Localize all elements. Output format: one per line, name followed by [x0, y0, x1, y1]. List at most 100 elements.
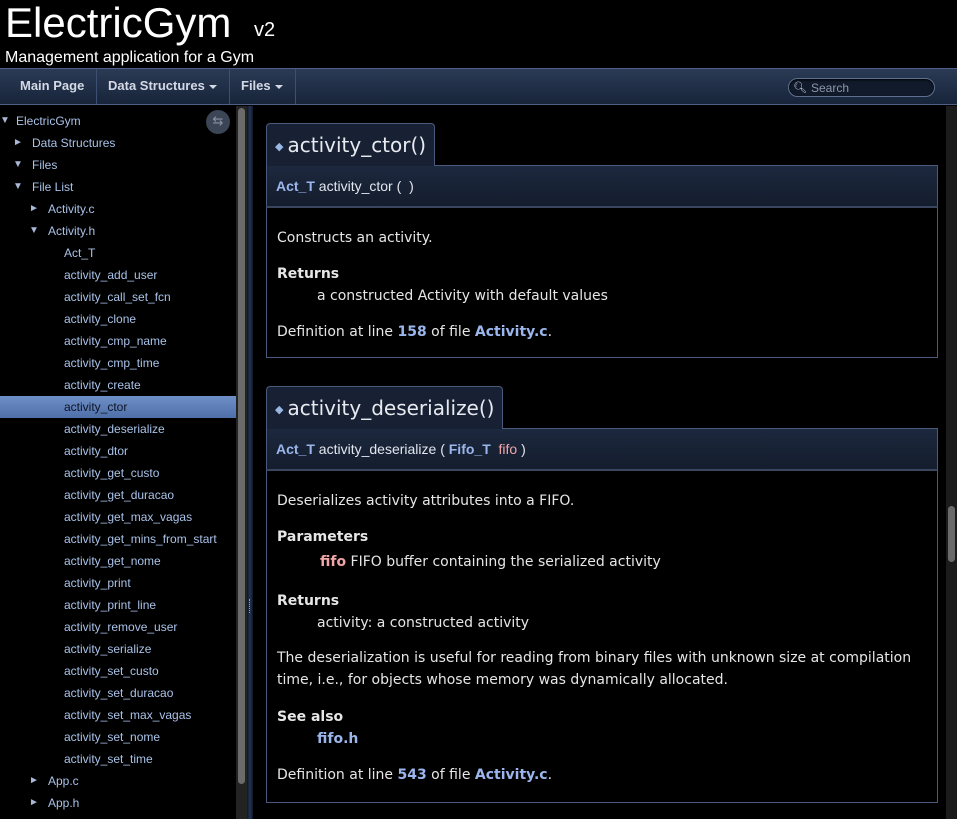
collapsed-arrow-icon[interactable]: ►	[29, 792, 39, 814]
sidebar-item-label: Files	[32, 158, 58, 172]
sidebar-item[interactable]: ► Activity.c	[0, 198, 236, 220]
def-line-link[interactable]: 543	[397, 767, 426, 783]
sidebar-item-label: activity_clone	[64, 312, 137, 326]
returns-text: a constructed Activity with default valu…	[317, 288, 608, 304]
sidebar-item-label: activity_get_max_vagas	[64, 510, 193, 524]
search-box: 🔍︎	[788, 78, 935, 97]
function-name: activity_deserialize	[318, 441, 437, 457]
sidebar-item[interactable]: activity_get_mins_from_start	[0, 528, 236, 550]
sidebar-item[interactable]: ► App.h	[0, 792, 236, 814]
sidebar-item[interactable]: Act_T	[0, 242, 236, 264]
def-file-link[interactable]: Activity.c	[475, 324, 548, 340]
sidebar-item-label: activity_ctor	[64, 400, 128, 414]
sidebar-item[interactable]: activity_clone	[0, 308, 236, 330]
sidebar-item-label: activity_set_nome	[64, 730, 161, 744]
member-doc-activity-ctor: Constructs an activity. Returns a constr…	[266, 206, 938, 358]
definition-line: Definition at line 158 of file Activity.…	[277, 324, 552, 340]
def-line-link[interactable]: 158	[397, 324, 426, 340]
sidebar-item[interactable]: ▼ Activity.h	[0, 220, 236, 242]
menu-data-structures[interactable]: Data Structures	[96, 69, 230, 104]
search-icon[interactable]: 🔍︎	[793, 81, 807, 94]
sidebar-item[interactable]: activity_ctor	[0, 396, 236, 418]
search-input[interactable]	[811, 80, 929, 95]
sidebar-item[interactable]: activity_get_max_vagas	[0, 506, 236, 528]
sidebar-item[interactable]: ▼ ElectricGym	[0, 110, 236, 132]
sidebar-item[interactable]: activity_get_custo	[0, 462, 236, 484]
sidebar-item[interactable]: activity_cmp_time	[0, 352, 236, 374]
member-title-activity-ctor: ◆ activity_ctor()	[266, 123, 436, 166]
open-paren: (	[440, 441, 445, 457]
returns-text: activity: a constructed activity	[317, 615, 530, 631]
sidebar-item[interactable]: activity_serialize	[0, 638, 236, 660]
expanded-arrow-icon[interactable]: ▼	[13, 154, 23, 176]
param-type-link[interactable]: Fifo_T	[449, 441, 491, 457]
sidebar-item[interactable]: ► Data Structures	[0, 132, 236, 154]
menu-main-page[interactable]: Main Page	[8, 69, 98, 104]
sidebar-scrollbar-thumb[interactable]	[238, 108, 245, 784]
menu-data-structures-label: Data Structures	[108, 78, 205, 93]
sidebar-item[interactable]: activity_set_duracao	[0, 682, 236, 704]
sidebar-item[interactable]: ▼ File List	[0, 176, 236, 198]
sidebar-item[interactable]: activity_call_set_fcn	[0, 286, 236, 308]
content-scrollbar-thumb[interactable]	[948, 506, 955, 562]
brief-text: Constructs an activity.	[277, 230, 433, 246]
sidebar-item[interactable]: activity_get_duracao	[0, 484, 236, 506]
expanded-arrow-icon[interactable]: ▼	[29, 220, 39, 242]
sidebar-item-label: activity_set_time	[64, 752, 153, 766]
sidebar-item-label: activity_cmp_name	[64, 334, 167, 348]
see-also-link[interactable]: fifo.h	[317, 731, 358, 747]
diamond-icon: ◆	[275, 402, 284, 416]
content-scrollbar[interactable]	[946, 106, 957, 819]
return-type-link[interactable]: Act_T	[276, 178, 315, 194]
side-nav-tree: ▼ ElectricGym ► Data Structures ▼ Files ▼ File …	[0, 106, 236, 819]
caret-down-icon	[208, 84, 217, 89]
sidebar-item[interactable]: activity_get_nome	[0, 550, 236, 572]
collapsed-arrow-icon[interactable]: ►	[13, 132, 23, 154]
sidebar-item[interactable]: activity_create	[0, 374, 236, 396]
sidebar-item-label: activity_cmp_time	[64, 356, 160, 370]
returns-heading: Returns	[277, 593, 340, 609]
sidebar-item[interactable]: activity_set_max_vagas	[0, 704, 236, 726]
sidebar-item[interactable]: activity_dtor	[0, 440, 236, 462]
param-doc-name: fifo	[320, 554, 347, 570]
collapsed-arrow-icon[interactable]: ►	[29, 770, 39, 792]
def-file-link[interactable]: Activity.c	[475, 767, 548, 783]
param-doc-text: FIFO buffer containing the serialized ac…	[350, 554, 661, 570]
sidebar-scrollbar[interactable]	[236, 106, 247, 819]
close-paren: )	[409, 178, 414, 194]
return-type-link[interactable]: Act_T	[276, 441, 315, 457]
sidebar-item[interactable]: activity_print	[0, 572, 236, 594]
sidebar-item-label: Activity.h	[48, 224, 96, 238]
sync-arrows-icon[interactable]: ⇆	[206, 110, 230, 134]
sidebar-item[interactable]: activity_remove_user	[0, 616, 236, 638]
close-paren: )	[521, 441, 526, 457]
sidebar-item[interactable]: activity_print_line	[0, 594, 236, 616]
sidebar-item-label: activity_set_max_vagas	[64, 708, 192, 722]
sidebar-item[interactable]: activity_set_custo	[0, 660, 236, 682]
sidebar-item[interactable]: ► App.c	[0, 770, 236, 792]
expanded-arrow-icon[interactable]: ▼	[0, 110, 10, 132]
param-row: fifo FIFO buffer containing the serializ…	[320, 554, 661, 570]
sidebar-item[interactable]: activity_set_time	[0, 748, 236, 770]
project-number: v2	[254, 19, 276, 41]
def-mid: of file	[431, 767, 471, 783]
sidebar-item-label: activity_create	[64, 378, 141, 392]
member-title-text: activity_ctor()	[287, 133, 427, 157]
doc-content: ◆ activity_ctor() Act_T activity_ctor ( )…	[253, 106, 946, 819]
def-suffix: .	[547, 767, 553, 783]
sidebar-item[interactable]: activity_add_user	[0, 264, 236, 286]
expanded-arrow-icon[interactable]: ▼	[13, 176, 23, 198]
sidebar-item-label: activity_print_line	[64, 598, 157, 612]
menu-files-label: Files	[241, 78, 271, 93]
sidebar-item[interactable]: activity_set_nome	[0, 726, 236, 748]
member-title-text: activity_deserialize()	[287, 396, 495, 420]
sidebar-item[interactable]: activity_deserialize	[0, 418, 236, 440]
menu-files[interactable]: Files	[229, 69, 296, 104]
sidebar-item-label: activity_set_duracao	[64, 686, 174, 700]
def-prefix: Definition at line	[277, 324, 394, 340]
brief-text: Deserializes activity attributes into a …	[277, 493, 575, 509]
sidebar-item-label: activity_get_custo	[64, 466, 160, 480]
collapsed-arrow-icon[interactable]: ►	[29, 198, 39, 220]
sidebar-item[interactable]: ▼ Files	[0, 154, 236, 176]
sidebar-item[interactable]: activity_cmp_name	[0, 330, 236, 352]
